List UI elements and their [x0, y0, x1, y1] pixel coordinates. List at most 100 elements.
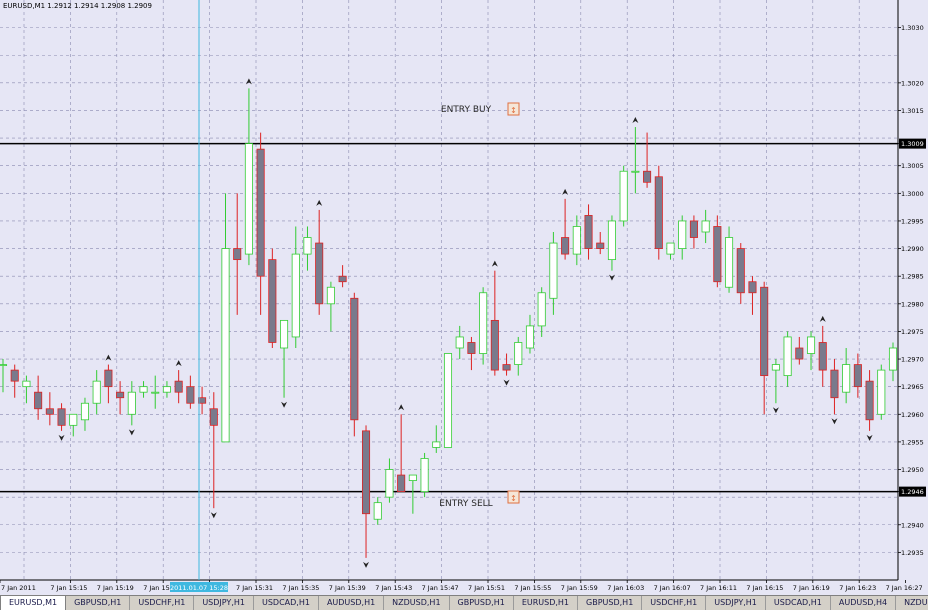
tab-chart-8[interactable]: EURUSD,H1 — [514, 596, 579, 610]
tab-chart-6[interactable]: NZDUSD,H1 — [384, 596, 450, 610]
candle-body — [408, 474, 417, 481]
price-tick-label: 1.2985 — [901, 273, 924, 281]
tab-chart-11[interactable]: USDJPY,H1 — [706, 596, 766, 610]
price-tick-label: 1.2990 — [901, 245, 924, 253]
candle-body — [455, 336, 464, 349]
candle-body — [350, 297, 359, 421]
tab-chart-12[interactable]: USDCAD,H1 — [766, 596, 831, 610]
candle-body — [654, 176, 663, 249]
candle-body — [760, 286, 769, 377]
price-tick-label: 1.2970 — [901, 356, 924, 364]
candle-body — [537, 292, 546, 327]
candle-body — [127, 391, 136, 415]
candle-body — [256, 148, 265, 277]
candle-body — [783, 336, 792, 377]
entry-sell-icon[interactable]: ↕ — [507, 490, 520, 504]
candle-body — [561, 237, 570, 255]
price-chart[interactable]: 1.3030 1.3020 1.3015 1.3009 1.3005 1.3000 1.29… — [0, 0, 928, 595]
candle-body — [490, 319, 499, 371]
candle-body — [607, 220, 616, 261]
candle-body — [736, 248, 745, 294]
tab-chart-5[interactable]: AUDUSD,H1 — [319, 596, 385, 610]
price-tick-label: 1.3005 — [901, 162, 924, 170]
candle-body — [244, 143, 253, 255]
price-tick-label: 1.2950 — [901, 466, 924, 474]
time-tick-label: 7 Jan 15:19 — [97, 584, 134, 592]
price-tick-label: 1.3009 — [901, 140, 924, 148]
tab-chart-4[interactable]: USDCAD,H1 — [254, 596, 319, 610]
time-tick-label: 7 Jan 16:15 — [746, 584, 783, 592]
svg-text:↕: ↕ — [510, 106, 517, 115]
candle-body — [643, 170, 652, 183]
tab-chart-10[interactable]: USDCHF,H1 — [642, 596, 707, 610]
price-axis: 1.3030 1.3020 1.3015 1.3009 1.3005 1.3000 1.29… — [898, 0, 928, 580]
level-label-entry-buy: ENTRY BUY — [441, 105, 492, 115]
time-axis: 7 Jan 2011 7 Jan 15:15 7 Jan 15:19 7 Jan 15… — [0, 580, 923, 592]
time-tick-label: 7 Jan 15:39 — [329, 584, 366, 592]
crosshair-time-label: 2011.01.07 15:28 — [170, 584, 228, 592]
candle-body — [92, 380, 101, 404]
time-tick-label: 7 Jan 16:11 — [700, 584, 737, 592]
time-tick-label: 7 Jan 16:27 — [886, 584, 923, 592]
candle-body — [678, 220, 687, 249]
candle-body — [326, 286, 335, 305]
candle-body — [842, 364, 851, 393]
candle-body — [45, 408, 54, 415]
price-tick-label: 1.2975 — [901, 328, 924, 336]
candle-body — [209, 408, 218, 426]
tab-chart-2[interactable]: USDCHF,H1 — [130, 596, 195, 610]
price-tick-label: 1.2955 — [901, 438, 924, 446]
candle-body — [198, 397, 207, 404]
symbol-info: EURUSD,M1 1.2912 1.2914 1.2908 1.2909 — [3, 2, 152, 10]
time-tick-label: 7 Jan 15:43 — [375, 584, 412, 592]
price-tick-label: 1.3000 — [901, 190, 924, 198]
time-tick-label: 7 Jan 16:07 — [654, 584, 691, 592]
candle-body — [725, 237, 734, 288]
candle-body — [795, 347, 804, 360]
candle-body — [139, 386, 148, 393]
candle-body — [830, 369, 839, 399]
candle-body — [116, 391, 125, 399]
candle-body — [315, 242, 324, 305]
candle-body — [479, 292, 488, 354]
candle-body — [280, 319, 289, 349]
time-tick-label: 7 Jan 15:31 — [236, 584, 273, 592]
price-tick-label: 1.2960 — [901, 411, 924, 419]
candle-body — [865, 380, 874, 421]
candle-body — [57, 408, 66, 426]
candle-body — [162, 386, 171, 393]
candle-body — [502, 364, 511, 371]
candle-body — [713, 226, 722, 283]
level-label-entry-sell: ENTRY SELL — [439, 499, 492, 509]
price-tick-label: 1.3020 — [901, 79, 924, 87]
tab-chart-7[interactable]: GBPUSD,H1 — [450, 596, 514, 610]
candle-body — [221, 248, 230, 443]
svg-text:↕: ↕ — [510, 494, 517, 503]
tab-chart-0[interactable]: EURUSD,M1 — [0, 596, 67, 610]
time-tick-label: 7 Jan 16:23 — [839, 584, 876, 592]
candle-body — [80, 402, 90, 421]
candle-body — [22, 380, 31, 388]
price-tick-label: 1.2980 — [901, 300, 924, 308]
candle-body — [338, 275, 347, 283]
price-tick-label: 1.2946 — [901, 488, 924, 496]
candle-body — [631, 170, 640, 173]
candle-body — [514, 342, 523, 365]
tab-chart-13[interactable]: AUDUSD,H4 — [831, 596, 897, 610]
candle-body — [373, 502, 382, 520]
price-tick-label: 1.3030 — [901, 24, 924, 32]
tab-chart-1[interactable]: GBPUSD,H1 — [66, 596, 131, 610]
candle-body — [174, 380, 183, 393]
candle-body — [268, 259, 277, 343]
candle-body — [69, 413, 78, 426]
tab-chart-3[interactable]: USDJPY,H1 — [194, 596, 254, 610]
time-tick-label: 7 Jan 16:03 — [607, 584, 644, 592]
chart-tab-bar: EURUSD,M1 GBPUSD,H1 USDCHF,H1 USDJPY,H1 USDC… — [0, 595, 928, 610]
time-tick-label: 7 Jan 15:15 — [50, 584, 87, 592]
candle-body — [619, 170, 628, 222]
tab-chart-14[interactable]: NZDUSD,H1 — [896, 596, 928, 610]
entry-buy-icon[interactable]: ↕ — [507, 102, 520, 116]
candle-body — [104, 369, 113, 388]
candle-body — [432, 441, 441, 448]
tab-chart-9[interactable]: GBPUSD,H1 — [578, 596, 643, 610]
